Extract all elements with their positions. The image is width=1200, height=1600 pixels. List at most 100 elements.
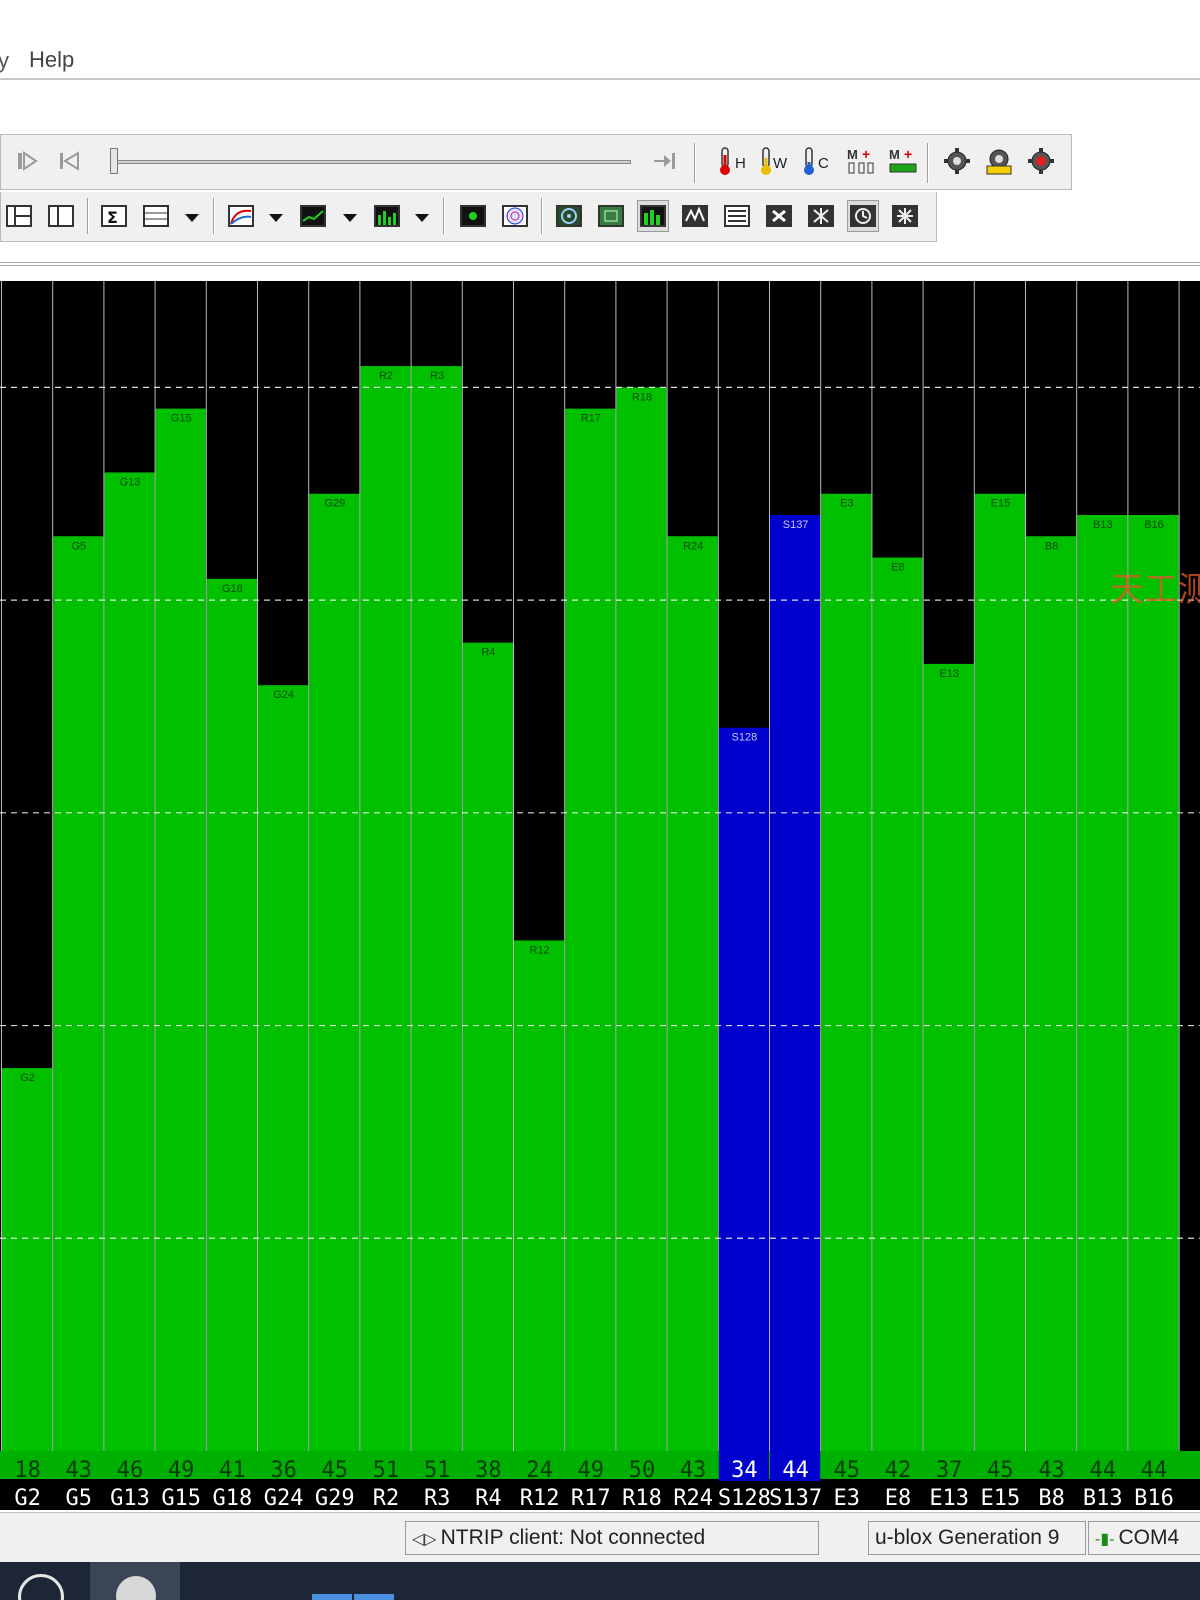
satellite-label-r2: R2: [373, 1486, 400, 1510]
satellite-label-g29: G29: [315, 1486, 355, 1510]
skip-to-start-icon[interactable]: [53, 145, 85, 177]
bar-top-label-e3: E3: [840, 498, 853, 510]
signal-value-b13: 44: [1090, 1458, 1117, 1483]
table-view-dropdown-arrow-icon[interactable]: [185, 214, 199, 222]
map-view-icon[interactable]: [225, 200, 257, 232]
bar-top-label-r4: R4: [481, 647, 495, 659]
ntrip-connection-icon: ◁▷: [412, 1531, 437, 1548]
satellite-label-r12: R12: [520, 1486, 560, 1510]
satellite-label-r4: R4: [475, 1486, 502, 1510]
ntrip-status-pane: ◁▷ NTRIP client: Not connected: [405, 1521, 819, 1555]
histogram-view-icon[interactable]: [371, 200, 403, 232]
menu-item-partial[interactable]: y: [0, 48, 9, 74]
spectrum-icon[interactable]: [679, 200, 711, 232]
satellite-label-r17: R17: [571, 1486, 611, 1510]
signal-bar-g24: [258, 685, 309, 1451]
skip-to-end-icon[interactable]: [649, 145, 681, 177]
signal-value-r4: 38: [475, 1458, 502, 1483]
signal-bar-g18: [206, 578, 257, 1451]
toolbar-separator: [87, 198, 89, 234]
play-step-icon[interactable]: [11, 145, 43, 177]
text-console-icon[interactable]: [721, 200, 753, 232]
signal-value-g18: 41: [219, 1458, 246, 1483]
thermometer-warm-label: W: [773, 155, 788, 172]
signal-value-b16: 44: [1141, 1458, 1168, 1483]
thermometer-hot-icon[interactable]: H: [715, 145, 751, 177]
signal-bar-r18: [616, 387, 667, 1451]
docking-view-icon[interactable]: [3, 200, 35, 232]
signal-bar-e13: [923, 663, 974, 1451]
toolbar-separator: [213, 198, 215, 234]
statistics-view-icon[interactable]: Σ: [98, 200, 130, 232]
bar-top-label-b13: B13: [1093, 519, 1113, 531]
satellite-label-g13: G13: [110, 1486, 150, 1510]
packet-console-icon[interactable]: [805, 200, 837, 232]
split-view-icon[interactable]: [45, 200, 77, 232]
bar-top-label-r2: R2: [379, 370, 393, 382]
signal-bar-r17: [565, 408, 616, 1451]
receiver-generation-text: u-blox Generation 9: [875, 1526, 1060, 1549]
table-view-icon[interactable]: [140, 200, 172, 232]
signal-value-g13: 46: [117, 1458, 144, 1483]
satellite-label-e15: E15: [981, 1486, 1021, 1510]
signal-strength-chart-svg: G2G5G13G15G18G24G29R2 R3R4R12R17R18R24S12…: [0, 281, 1200, 1510]
signal-bar-g29: [309, 493, 360, 1451]
bar-top-label-r3: R3: [430, 370, 444, 382]
signal-bar-b16: [1128, 515, 1179, 1451]
bar-top-label-e15: E15: [991, 498, 1011, 510]
status-bar: ◁▷ NTRIP client: Not connected u-blox Gen…: [0, 1512, 1200, 1562]
message-add-green-icon[interactable]: M +: [887, 145, 919, 177]
signal-bar-b13: [1077, 515, 1128, 1451]
toolbar-area: H W C M + M + Σ: [0, 82, 1200, 258]
bar-top-label-r24: R24: [683, 540, 703, 552]
playback-toolbar: H W C M + M +: [0, 134, 1072, 190]
menu-item-help[interactable]: Help: [29, 47, 74, 73]
toolbar-separator: [541, 198, 543, 234]
thermometer-warm-icon[interactable]: W: [757, 145, 793, 177]
chart-view-dropdown-arrow-icon[interactable]: [343, 214, 357, 222]
satellite-label-e8: E8: [885, 1486, 912, 1510]
svg-text:+: +: [904, 146, 912, 162]
thermometer-cold-icon[interactable]: C: [799, 145, 835, 177]
message-view-icon[interactable]: [763, 200, 795, 232]
signal-value-g29: 45: [322, 1458, 349, 1483]
signal-bar-r4: [462, 642, 513, 1451]
bar-top-label-g29: G29: [324, 498, 345, 510]
signal-value-e13: 37: [936, 1458, 963, 1483]
histogram-view-dropdown-arrow-icon[interactable]: [415, 214, 429, 222]
message-add-icon[interactable]: M +: [845, 145, 877, 177]
bar-top-label-b8: B8: [1045, 540, 1058, 552]
sky-view-icon[interactable]: [499, 200, 531, 232]
thermometer-cold-label: C: [818, 155, 829, 172]
receiver-config-yellow-icon[interactable]: [983, 145, 1015, 177]
map-view-dropdown-arrow-icon[interactable]: [269, 214, 283, 222]
playback-slider-thumb[interactable]: [110, 148, 118, 174]
satellite-label-g2: G2: [14, 1486, 41, 1510]
receiver-config-icon[interactable]: [941, 145, 973, 177]
satellite-label-r24: R24: [673, 1486, 713, 1510]
signal-chart-icon[interactable]: [637, 200, 669, 232]
grid-map-icon[interactable]: [595, 200, 627, 232]
taskbar-pinned-app[interactable]: [354, 1594, 394, 1600]
signal-value-r24: 43: [680, 1458, 707, 1483]
camera-view-icon[interactable]: [457, 200, 489, 232]
signal-value-r3: 51: [424, 1458, 451, 1483]
chart-view-icon[interactable]: [297, 200, 329, 232]
signal-bar-r24: [667, 536, 718, 1451]
playback-slider-track[interactable]: [113, 160, 631, 164]
binary-console-icon[interactable]: [847, 200, 879, 232]
signal-value-e8: 42: [885, 1458, 912, 1483]
toolbar-separator: [694, 143, 696, 183]
signal-value-g24: 36: [270, 1458, 297, 1483]
signal-value-g15: 49: [168, 1458, 195, 1483]
start-button-icon[interactable]: [18, 1574, 64, 1600]
compass-view-icon[interactable]: [889, 200, 921, 232]
signal-value-e3: 45: [834, 1458, 861, 1483]
deviation-map-icon[interactable]: [553, 200, 585, 232]
receiver-config-red-icon[interactable]: [1025, 145, 1057, 177]
satellite-label-s128: S128: [718, 1486, 771, 1510]
taskbar-pinned-app[interactable]: [312, 1594, 352, 1600]
bar-top-label-s128: S128: [732, 732, 758, 744]
watermark-text: 天工测: [1110, 570, 1200, 610]
signal-value-g2: 18: [14, 1458, 41, 1483]
